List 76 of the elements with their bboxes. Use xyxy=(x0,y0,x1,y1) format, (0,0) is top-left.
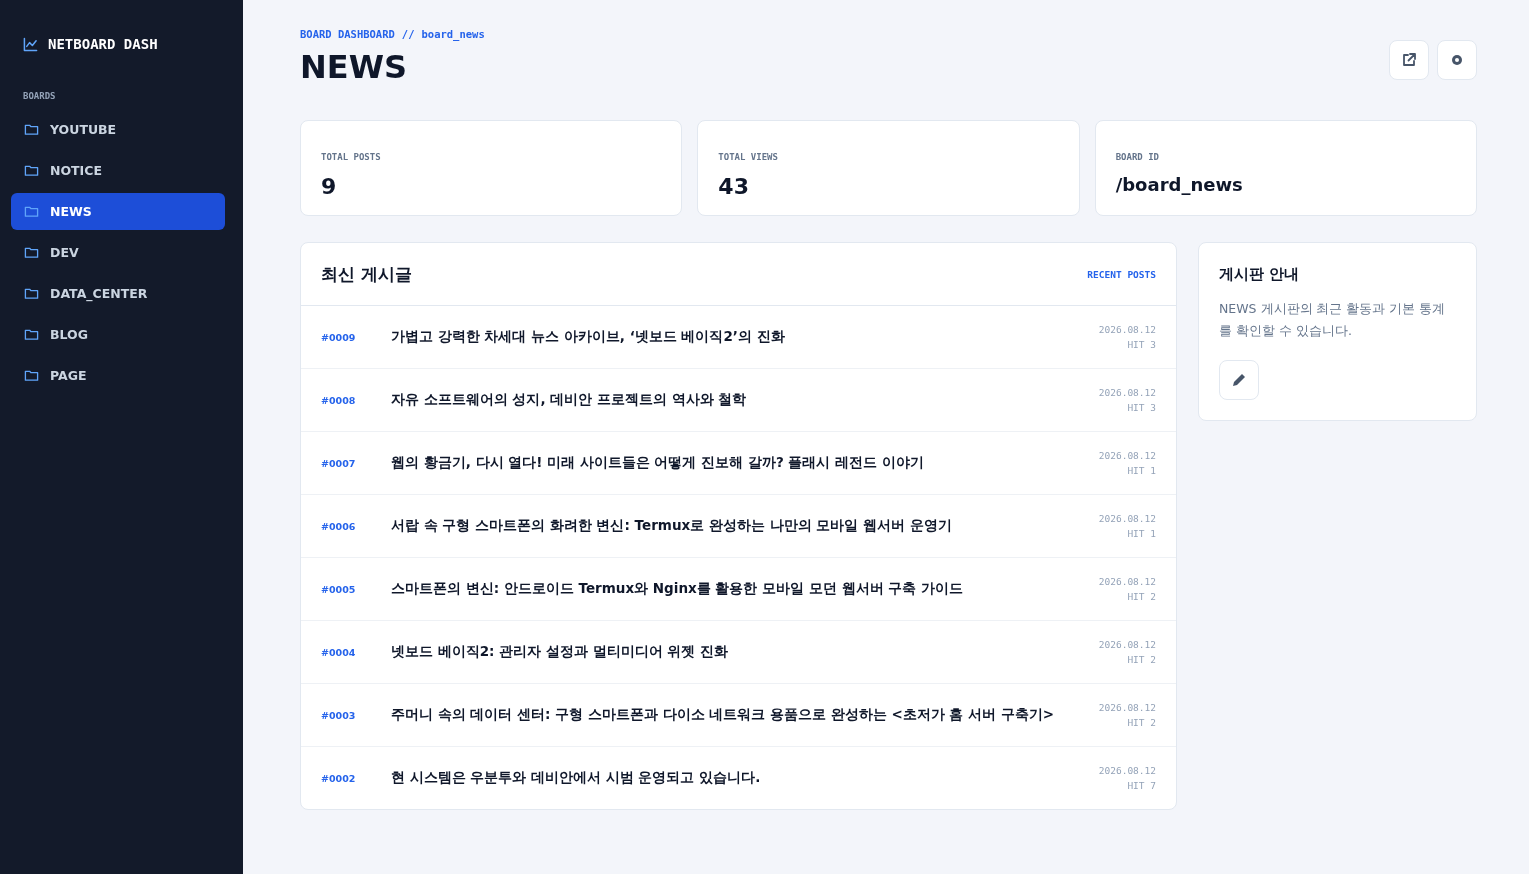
post-title[interactable]: 넷보드 베이직2: 관리자 설정과 멀티미디어 위젯 진화 xyxy=(391,643,1099,661)
breadcrumb-separator: // xyxy=(401,28,415,40)
section-label: BOARDS xyxy=(22,91,56,101)
post-number: #0009 xyxy=(321,331,357,343)
chart-icon xyxy=(23,36,38,52)
post-row[interactable]: #0007 웹의 황금기, 다시 열다! 미래 사이트들은 어떻게 진보해 갈까? 플래시 레전드 이야기 2026.08.12 HIT 1 xyxy=(301,432,1176,495)
panel-tag: RECENT POSTS xyxy=(1087,268,1156,280)
post-number: #0002 xyxy=(321,772,357,784)
folder-icon xyxy=(24,286,39,301)
post-number: #0005 xyxy=(321,583,357,595)
folder-icon xyxy=(24,204,39,219)
post-title[interactable]: 현 시스템은 우분투와 데비안에서 시범 운영되고 있습니다. xyxy=(391,769,1099,787)
post-hits: HIT 2 xyxy=(1127,591,1156,602)
stat-value: 43 xyxy=(718,174,750,199)
post-date: 2026.08.12 xyxy=(1098,387,1156,398)
stat-value: /board_news xyxy=(1115,174,1244,195)
post-title[interactable]: 자유 소프트웨어의 성지, 데비안 프로젝트의 역사와 철학 xyxy=(391,391,1099,409)
info-title: 게시판 안내 xyxy=(1219,265,1301,284)
post-row[interactable]: #0008 자유 소프트웨어의 성지, 데비안 프로젝트의 역사와 철학 2026.08.12 HIT 3 xyxy=(301,369,1176,432)
post-hits: HIT 3 xyxy=(1127,402,1156,413)
post-number: #0006 xyxy=(321,520,357,532)
post-hits: HIT 2 xyxy=(1127,717,1156,728)
post-date: 2026.08.12 xyxy=(1098,576,1156,587)
post-hits: HIT 1 xyxy=(1127,465,1156,476)
post-row[interactable]: #0004 넷보드 베이직2: 관리자 설정과 멀티미디어 위젯 진화 2026.08.12 HIT 2 xyxy=(301,621,1176,684)
post-hits: HIT 3 xyxy=(1127,339,1156,350)
post-title[interactable]: 서랍 속 구형 스마트폰의 화려한 변신: Termux로 완성하는 나만의 모바일 웹서버 운영기 xyxy=(391,517,1099,535)
page-title: NEWS xyxy=(300,48,408,86)
settings-button[interactable] xyxy=(1437,40,1477,80)
sidebar-item[interactable]: YOUTUBE xyxy=(11,111,225,148)
post-row[interactable]: #0003 주머니 속의 데이터 센터: 구형 스마트폰과 다이소 네트워크 용품으로 완성하는 <초저가 홈 서버 구축기> 2026.08.12 HIT 2 xyxy=(301,684,1176,747)
post-date: 2026.08.12 xyxy=(1098,324,1156,335)
post-hits: HIT 2 xyxy=(1127,654,1156,665)
sidebar-item[interactable]: NEWS xyxy=(11,193,225,230)
stat-value: 9 xyxy=(321,174,338,199)
post-hits: HIT 7 xyxy=(1127,780,1156,791)
folder-icon xyxy=(24,368,39,383)
post-row[interactable]: #0002 현 시스템은 우분투와 데비안에서 시범 운영되고 있습니다. 2026.08.12 HIT 7 xyxy=(301,747,1176,809)
post-row[interactable]: #0005 스마트폰의 변신: 안드로이드 Termux와 Nginx를 활용한 모바일 모던 웹서버 구축 가이드 2026.08.12 HIT 2 xyxy=(301,558,1176,621)
sidebar-item[interactable]: BLOG xyxy=(11,316,225,353)
post-date: 2026.08.12 xyxy=(1098,702,1156,713)
post-hits: HIT 1 xyxy=(1127,528,1156,539)
folder-icon xyxy=(24,327,39,342)
stat-label: TOTAL POSTS xyxy=(321,152,381,162)
folder-icon xyxy=(24,245,39,260)
breadcrumb-current: board_news xyxy=(421,28,485,40)
edit-button[interactable] xyxy=(1219,360,1259,400)
post-date: 2026.08.12 xyxy=(1098,765,1156,776)
post-number: #0004 xyxy=(321,646,357,658)
post-number: #0007 xyxy=(321,457,357,469)
sidebar-item[interactable]: DEV xyxy=(11,234,225,271)
sidebar-item[interactable]: PAGE xyxy=(11,357,225,394)
open-external-button[interactable] xyxy=(1389,40,1429,80)
post-title[interactable]: 주머니 속의 데이터 센터: 구형 스마트폰과 다이소 네트워크 용품으로 완성하는 <초저가 홈 서버 구축기> xyxy=(391,706,1099,724)
post-date: 2026.08.12 xyxy=(1098,513,1156,524)
post-row[interactable]: #0009 가볍고 강력한 차세대 뉴스 아카이브, ‘넷보드 베이직2’의 진화 2026.08.12 HIT 3 xyxy=(301,306,1176,369)
panel-title: 최신 게시글 xyxy=(321,262,412,286)
stat-label: BOARD ID xyxy=(1115,152,1159,162)
info-text: NEWS 게시판의 최근 활동과 기본 통계를 확인할 수 있습니다. xyxy=(1219,300,1447,340)
post-row[interactable]: #0006 서랍 속 구형 스마트폰의 화려한 변신: Termux로 완성하는 나만의 모바일 웹서버 운영기 2026.08.12 HIT 1 xyxy=(301,495,1176,558)
post-date: 2026.08.12 xyxy=(1098,639,1156,650)
post-date: 2026.08.12 xyxy=(1098,450,1156,461)
folder-icon xyxy=(24,163,39,178)
sidebar-item[interactable]: DATA_CENTER xyxy=(11,275,225,312)
breadcrumb-link[interactable]: BOARD DASHBOARD xyxy=(300,28,395,40)
post-number: #0003 xyxy=(321,709,357,721)
post-title[interactable]: 웹의 황금기, 다시 열다! 미래 사이트들은 어떻게 진보해 갈까? 플래시 레전드 이야기 xyxy=(391,454,1099,472)
sidebar-item[interactable]: NOTICE xyxy=(11,152,225,189)
pencil-icon xyxy=(1231,372,1247,388)
folder-icon xyxy=(24,122,39,137)
brand-name: NETBOARD DASH xyxy=(48,36,158,52)
external-link-icon xyxy=(1401,52,1417,68)
post-title[interactable]: 가볍고 강력한 차세대 뉴스 아카이브, ‘넷보드 베이직2’의 진화 xyxy=(391,328,1099,346)
post-title[interactable]: 스마트폰의 변신: 안드로이드 Termux와 Nginx를 활용한 모바일 모던 웹서버 구축 가이드 xyxy=(391,580,1099,598)
post-number: #0008 xyxy=(321,394,357,406)
stat-label: TOTAL VIEWS xyxy=(718,152,778,162)
